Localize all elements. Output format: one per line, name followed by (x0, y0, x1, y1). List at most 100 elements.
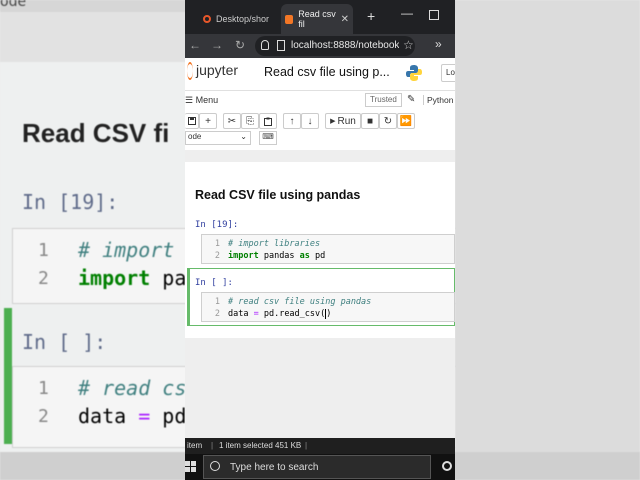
code-cell-1[interactable]: 1 # import libraries 2 import pandas as pd (201, 234, 455, 264)
text-cursor: ) (325, 309, 332, 319)
bg-code-comment: # read cs (78, 376, 187, 400)
notebook-title[interactable]: Read csv file using p... (264, 65, 390, 79)
tab-notebook[interactable]: Read csv fil ✕ (281, 4, 353, 34)
kernel-name[interactable]: Python (423, 95, 453, 105)
menu-bar: ☰ Menu Trusted ✎ Python (185, 90, 455, 112)
code-line: 1 # import libraries (202, 239, 320, 249)
bg-line-number: 1 (38, 378, 49, 399)
reload-icon[interactable]: ↻ (235, 38, 245, 52)
run-icon: ▶ (330, 118, 336, 125)
jupyter-header: jupyter Read csv file using p... Lo (185, 58, 455, 90)
minimize-button[interactable]: — (401, 6, 413, 20)
jupyter-favicon-icon (285, 14, 294, 24)
insert-cell-button[interactable]: + (199, 113, 217, 129)
python-logo-icon (406, 65, 422, 81)
address-field[interactable]: localhost:8888/notebooks ☆ (255, 36, 415, 56)
overflow-chevron-icon[interactable]: » (435, 37, 442, 51)
loading-icon (203, 15, 211, 23)
notebook-toolbar: + ✂ ⎘ ↑ ↓ ▶ Run ■ ↻ ⏩ ode ⌄ ⌨ (185, 110, 455, 150)
status-selected: 1 item selected (219, 441, 273, 450)
code-keyword: import (228, 251, 259, 261)
address-bar-row: ← → ↻ localhost:8888/notebooks ☆ » (185, 34, 455, 58)
bg-prompt-2: In [ ]: (22, 330, 107, 354)
code-operator: = (248, 309, 264, 319)
code-comment: # import libraries (228, 239, 321, 249)
keyboard-shortcuts-button[interactable]: ⌨ (259, 131, 277, 145)
search-icon (210, 461, 220, 471)
paste-button[interactable] (259, 113, 277, 129)
back-icon[interactable]: ← (189, 38, 201, 52)
move-up-button[interactable]: ↑ (283, 113, 301, 129)
bg-line-number: 2 (38, 406, 49, 427)
bg-code-rest: pd (162, 404, 187, 428)
line-number: 1 (214, 239, 220, 249)
tab-desktop[interactable]: Desktop/shor (203, 4, 275, 34)
maximize-button[interactable] (429, 10, 439, 20)
jupyter-logo[interactable]: jupyter (187, 62, 239, 81)
markdown-heading[interactable]: Read CSV file using pandas (195, 188, 360, 202)
bg-heading: Read CSV fi (22, 118, 170, 148)
pencil-icon[interactable]: ✎ (407, 94, 415, 105)
bg-code-line: data = pd (78, 404, 186, 428)
site-info-icon[interactable] (261, 40, 269, 50)
logout-button[interactable]: Lo (441, 64, 455, 82)
bg-prompt-1: In [19]: (22, 190, 119, 214)
menu-label: Menu (195, 95, 219, 105)
restart-button[interactable]: ↻ (379, 113, 397, 129)
status-divider: | (305, 441, 308, 450)
cortana-icon[interactable] (442, 461, 452, 471)
trusted-indicator[interactable]: Trusted (365, 93, 402, 107)
cell-type-select[interactable]: ode ⌄ (185, 131, 251, 145)
browser-window: Desktop/shor Read csv fil ✕ + — ← → ↻ lo… (185, 0, 455, 480)
search-placeholder: Type here to search (230, 462, 319, 473)
cell-prompt: In [ ]: (195, 278, 233, 288)
cell-prompt: In [19]: (195, 220, 239, 230)
menu-button[interactable]: ☰ Menu (185, 95, 218, 106)
taskbar: Type here to search (185, 454, 455, 480)
run-label: Run (337, 115, 356, 127)
jupyter-logo-text: jupyter (196, 62, 239, 78)
bg-op: = (126, 404, 163, 428)
bg-code-comment: # import (78, 238, 175, 262)
code-text: pd (309, 251, 326, 261)
new-tab-button[interactable]: + (367, 8, 375, 24)
notebook-separator (185, 150, 455, 162)
taskbar-search-box[interactable]: Type here to search (203, 455, 431, 479)
line-number: 2 (214, 309, 220, 319)
move-down-button[interactable]: ↓ (301, 113, 319, 129)
copy-button[interactable]: ⎘ (241, 113, 259, 129)
notebook-area: Read CSV file using pandas In [19]: 1 # i… (185, 162, 455, 338)
save-icon (187, 117, 196, 125)
notebook-empty-area (185, 338, 455, 438)
save-button[interactable] (185, 113, 199, 129)
run-button[interactable]: ▶ Run (325, 113, 361, 129)
paste-icon (264, 117, 272, 126)
code-line: 2 data = pd.read_csv() (202, 309, 332, 319)
windows-start-icon[interactable] (185, 461, 197, 473)
jupyter-orbit-icon (187, 62, 193, 81)
bg-line-number: 2 (38, 268, 49, 289)
status-size: 451 KB (275, 441, 302, 450)
explorer-status-bar: item | 1 item selected 451 KB | (185, 438, 455, 454)
tab-bar: Desktop/shor Read csv fil ✕ + — (185, 0, 455, 34)
bookmark-star-icon[interactable]: ☆ (403, 38, 414, 52)
code-line: 1 # read csv file using pandas (202, 297, 371, 307)
page-icon (277, 40, 285, 51)
code-keyword: as (299, 251, 310, 261)
code-comment: # read csv file using pandas (228, 297, 372, 307)
status-divider: | (211, 441, 214, 450)
forward-icon[interactable]: → (211, 38, 223, 52)
code-line: 2 import pandas as pd (202, 251, 325, 261)
url-text: localhost:8888/notebooks (291, 40, 399, 51)
bg-top-text: ode (0, 0, 27, 10)
cell-type-value: ode (188, 132, 202, 141)
interrupt-button[interactable]: ■ (361, 113, 379, 129)
close-tab-icon[interactable]: ✕ (341, 14, 349, 25)
cut-button[interactable]: ✂ (223, 113, 241, 129)
bg-right-area (455, 0, 640, 480)
bg-code-line: import pa (78, 266, 186, 290)
code-cell-2[interactable]: 1 # read csv file using pandas 2 data = pd… (201, 292, 455, 322)
restart-run-all-button[interactable]: ⏩ (397, 113, 415, 129)
code-text: data (228, 309, 249, 319)
bg-line-number: 1 (38, 240, 49, 261)
